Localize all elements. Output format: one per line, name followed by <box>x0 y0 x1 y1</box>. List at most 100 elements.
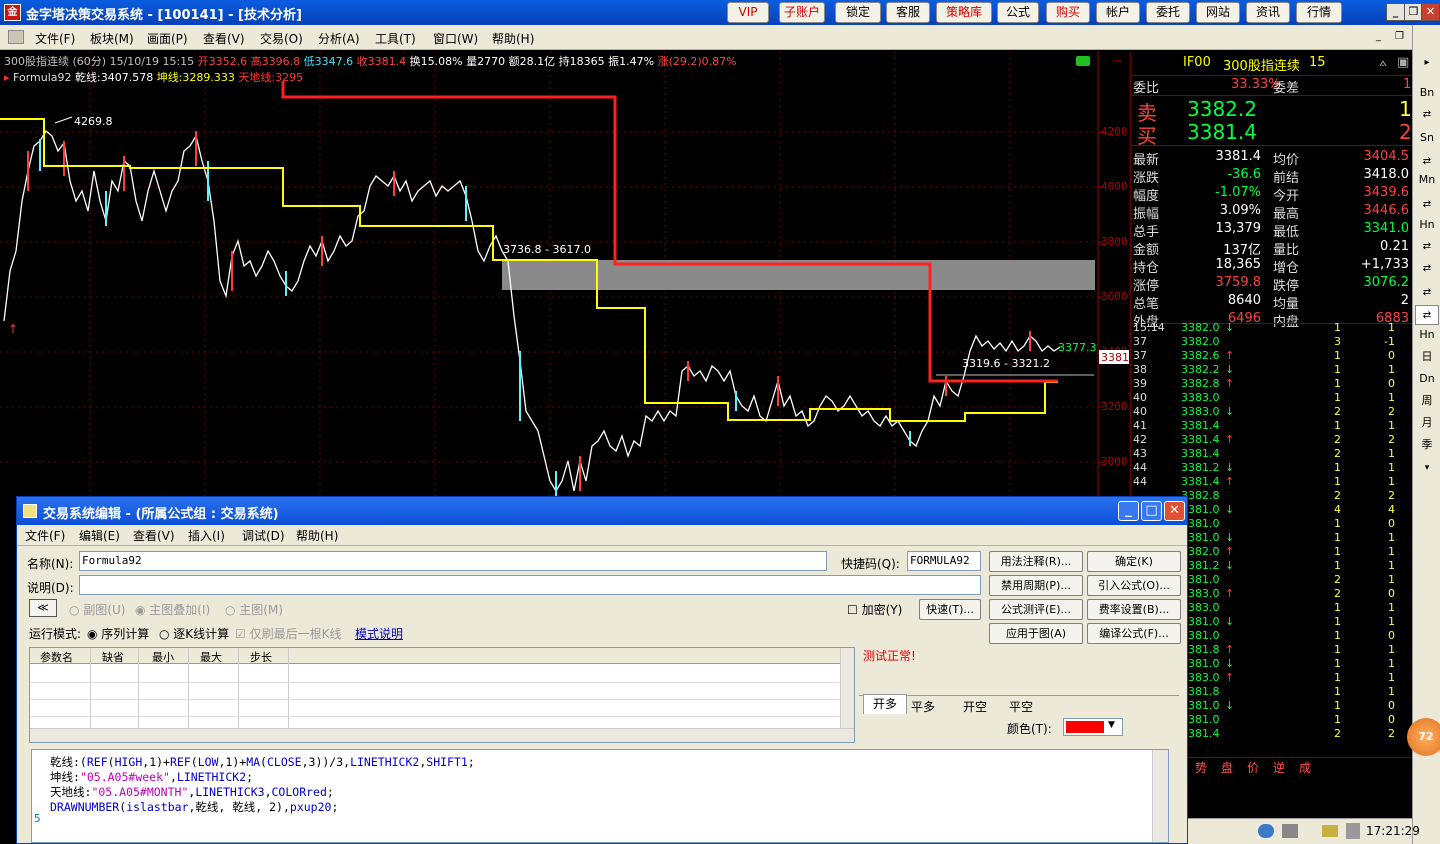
period-tab-month[interactable]: 月 <box>1415 413 1439 433</box>
period-tab[interactable]: Dn <box>1415 369 1439 389</box>
account-button[interactable]: 帐户 <box>1096 2 1140 23</box>
menu-help[interactable]: 帮助(H) <box>492 30 534 47</box>
tab-price[interactable]: 价 <box>1247 759 1259 776</box>
radio-main-overlay[interactable]: ◉ 主图叠加(I) <box>135 601 210 618</box>
desc-input[interactable] <box>79 575 981 595</box>
tick-change: 0 <box>1388 377 1395 390</box>
notification-badge[interactable]: 72 <box>1407 718 1440 756</box>
compile-formula-button[interactable]: 编译公式(F)... <box>1087 623 1181 644</box>
period-arrow-icon[interactable]: ⇄ <box>1415 105 1439 125</box>
mode-help-link[interactable]: 模式说明 <box>355 625 403 642</box>
period-arrow-icon[interactable]: ⇄ <box>1415 283 1439 303</box>
period-tab[interactable]: Hn <box>1415 215 1439 235</box>
tick-direction: ↓ <box>1225 405 1235 418</box>
dialog-maximize-icon[interactable]: □ <box>1141 501 1162 521</box>
menu-analysis[interactable]: 分析(A) <box>318 30 360 47</box>
strategy-library-button[interactable]: 策略库 <box>936 2 992 23</box>
website-button[interactable]: 网站 <box>1196 2 1240 23</box>
mdi-minimize-icon[interactable]: _ <box>1376 31 1381 42</box>
dialog-minimize-icon[interactable]: _ <box>1118 501 1139 521</box>
collapse-icon[interactable]: ▸ <box>1415 53 1439 73</box>
order-button[interactable]: 委托 <box>1146 2 1190 23</box>
period-selected-icon[interactable]: ⇄ <box>1415 305 1439 325</box>
menu-view-screen[interactable]: 画面(P) <box>147 30 188 47</box>
tools-icon[interactable] <box>1282 824 1298 838</box>
radio-subchart[interactable]: ○ 副图(U) <box>69 601 125 618</box>
money-icon[interactable] <box>1322 825 1338 837</box>
period-tab[interactable]: Mn <box>1415 170 1439 190</box>
apply-to-chart-button[interactable]: 应用于图(A) <box>989 623 1083 644</box>
chart-info-line: 300股指连续 (60分) 15/10/19 15:15 开3352.6 高33… <box>4 53 737 69</box>
period-tab-day[interactable]: 日 <box>1415 347 1439 367</box>
sub-account-button[interactable]: 子账户 <box>779 2 825 23</box>
scroll-down-icon[interactable]: ▾ <box>1415 458 1439 478</box>
menu-trade[interactable]: 交易(O) <box>260 30 303 47</box>
dlg-menu-debug[interactable]: 调试(D) <box>242 527 285 544</box>
tab-trend[interactable]: 势 <box>1195 759 1207 776</box>
dlg-menu-help[interactable]: 帮助(H) <box>296 527 338 544</box>
col-step: 步长 <box>250 651 272 664</box>
period-arrow-icon[interactable]: ⇄ <box>1415 259 1439 279</box>
tab-close-long[interactable]: 平多 <box>911 698 935 715</box>
stat-label: 持仓 <box>1133 261 1160 276</box>
period-tab[interactable]: Sn <box>1415 128 1439 148</box>
market-button[interactable]: 行情 <box>1296 2 1342 23</box>
period-tab[interactable]: Hn <box>1415 325 1439 345</box>
collapse-button[interactable]: ≪ <box>29 599 57 617</box>
usage-notes-button[interactable]: 用法注释(R)... <box>989 551 1083 572</box>
period-arrow-icon[interactable]: ⇄ <box>1415 237 1439 257</box>
dlg-menu-view[interactable]: 查看(V) <box>133 527 175 544</box>
minimize-icon[interactable]: _ <box>1386 3 1405 21</box>
formula-button[interactable]: 公式 <box>997 2 1039 23</box>
mdi-restore-icon[interactable]: ❐ <box>1395 31 1404 42</box>
tab-open-long[interactable]: 开多 <box>863 694 907 714</box>
menu-file[interactable]: 文件(F) <box>35 30 75 47</box>
params-vscroll[interactable] <box>840 648 854 728</box>
params-hscroll[interactable] <box>30 728 854 742</box>
radio-kline-calc[interactable]: ○ 逐K线计算 <box>159 625 229 642</box>
tick-price: 3382.0 <box>1181 335 1220 348</box>
tab-plate[interactable]: 盘 <box>1221 759 1233 776</box>
params-table[interactable]: 参数名 缺省 最小 最大 步长 <box>29 647 855 743</box>
name-input[interactable]: Formula92 <box>79 551 827 571</box>
tab-reverse[interactable]: 逆 <box>1273 759 1285 776</box>
disable-period-button[interactable]: 禁用周期(P)... <box>989 575 1083 596</box>
radio-serial-calc[interactable]: ◉ 序列计算 <box>87 625 149 642</box>
menu-sector[interactable]: 板块(M) <box>90 30 134 47</box>
period-arrow-icon[interactable]: ⇄ <box>1415 195 1439 215</box>
tab-deal[interactable]: 成 <box>1299 759 1311 776</box>
tab-close-short[interactable]: 平空 <box>1009 698 1033 715</box>
code-vscroll[interactable] <box>1152 750 1168 842</box>
shortcut-input[interactable]: FORMULA92 <box>907 551 981 571</box>
color-select[interactable]: ▼ <box>1063 718 1123 736</box>
lock-button[interactable]: 锁定 <box>835 2 881 23</box>
network-icon[interactable] <box>1258 824 1274 838</box>
period-arrow-icon[interactable]: ⇄ <box>1415 152 1439 172</box>
period-tab[interactable]: Bn <box>1415 83 1439 103</box>
doc-status-icon[interactable] <box>1346 823 1360 839</box>
dialog-close-icon[interactable]: ✕ <box>1164 501 1185 521</box>
dlg-menu-file[interactable]: 文件(F) <box>25 527 65 544</box>
buy-button[interactable]: 购买 <box>1046 2 1090 23</box>
menu-tools[interactable]: 工具(T) <box>375 30 416 47</box>
import-formula-button[interactable]: 引入公式(O)... <box>1087 575 1181 596</box>
dlg-menu-edit[interactable]: 编辑(E) <box>79 527 120 544</box>
service-button[interactable]: 客服 <box>886 2 930 23</box>
tab-open-short[interactable]: 开空 <box>963 698 987 715</box>
refresh-last-checkbox[interactable]: ☑ 仅刷最后一根K线 <box>235 625 341 642</box>
radio-main-chart[interactable]: ○ 主图(M) <box>225 601 283 618</box>
encrypt-checkbox[interactable]: ☐ 加密(Y) <box>847 601 902 618</box>
menu-view[interactable]: 查看(V) <box>203 30 245 47</box>
close-icon[interactable]: ✕ <box>1421 3 1440 21</box>
fee-settings-button[interactable]: 费率设置(B)... <box>1087 599 1181 620</box>
vip-button[interactable]: VIP <box>727 2 769 23</box>
formula-code-editor[interactable]: 乾线:(REF(HIGH,1)+REF(LOW,1)+MA(CLOSE,3))/… <box>31 749 1169 843</box>
menu-window[interactable]: 窗口(W) <box>433 30 478 47</box>
quick-button[interactable]: 快速(T)... <box>919 599 981 620</box>
news-button[interactable]: 资讯 <box>1246 2 1290 23</box>
dlg-menu-insert[interactable]: 插入(I) <box>188 527 225 544</box>
formula-test-button[interactable]: 公式测评(E)... <box>989 599 1083 620</box>
period-tab-week[interactable]: 周 <box>1415 391 1439 411</box>
period-tab-quarter[interactable]: 季 <box>1415 435 1439 455</box>
ok-button[interactable]: 确定(K) <box>1087 551 1181 572</box>
